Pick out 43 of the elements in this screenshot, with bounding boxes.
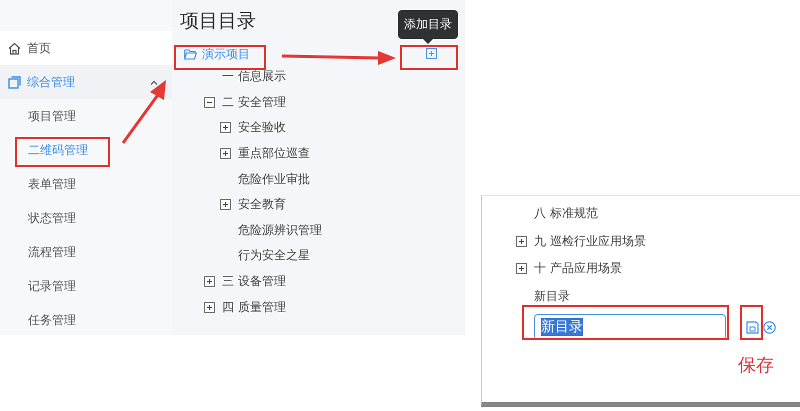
- plus-box-icon[interactable]: [220, 148, 231, 160]
- highlight-box: [400, 45, 458, 70]
- sidebar-subitem[interactable]: 状态管理: [0, 201, 172, 235]
- tree-node-label[interactable]: 二 安全管理: [222, 94, 286, 111]
- plus-box-icon[interactable]: [204, 276, 215, 288]
- add-icon[interactable]: [426, 48, 437, 59]
- arrow: [122, 80, 166, 144]
- sidebar-subitem[interactable]: 记录管理: [0, 269, 172, 303]
- plus-box-icon[interactable]: [220, 122, 231, 134]
- tree-node-label[interactable]: 十 产品应用场景: [534, 260, 622, 278]
- tree-node-label[interactable]: 安全验收: [238, 119, 286, 136]
- sidebar-item[interactable]: 首页: [0, 31, 172, 65]
- plus-box-icon[interactable]: [204, 302, 215, 313]
- folder-icon: [184, 48, 197, 60]
- tree-node-label[interactable]: 行为安全之星: [238, 247, 310, 264]
- tree-node-label[interactable]: 一 信息展示: [222, 68, 286, 86]
- directory-name-input[interactable]: 新目录: [534, 314, 726, 340]
- caret-icon[interactable]: [150, 80, 158, 84]
- plus-box-icon[interactable]: [516, 236, 527, 247]
- tree-node-label[interactable]: 危险作业审批: [238, 170, 310, 188]
- sidebar-subitem[interactable]: 流程管理: [0, 235, 172, 269]
- tree-node-label[interactable]: 三 设备管理: [222, 273, 286, 290]
- tree-node-label[interactable]: 重点部位巡查: [238, 145, 310, 162]
- tree-node-label[interactable]: 安全教育: [238, 196, 286, 214]
- sidebar-subitem[interactable]: 表单管理: [0, 167, 172, 201]
- panel-title: 项目目录: [180, 9, 256, 34]
- tree-node-label[interactable]: 四 质量管理: [222, 298, 286, 316]
- annotation-label: 保存: [738, 354, 774, 377]
- save-icon[interactable]: [746, 320, 759, 334]
- plus-box-icon[interactable]: [516, 263, 527, 274]
- home-icon: [8, 42, 21, 54]
- cancel-icon[interactable]: [763, 320, 776, 334]
- tooltip: 添加目录: [398, 10, 458, 44]
- minus-box-icon[interactable]: [204, 96, 215, 108]
- tree-node-label[interactable]: 九 巡检行业应用场景: [534, 232, 646, 250]
- sidebar-subitem[interactable]: 任务管理: [0, 303, 172, 337]
- tree-node-label[interactable]: 新目录: [534, 288, 570, 306]
- tree-node-label[interactable]: 八 标准规范: [534, 205, 598, 222]
- highlight-box: [740, 305, 763, 340]
- plus-box-icon[interactable]: [220, 199, 231, 210]
- tree-node-label[interactable]: 危险源辨识管理: [238, 222, 322, 239]
- menu-group-icon: [8, 76, 21, 88]
- sidebar-subitem[interactable]: 项目管理: [0, 99, 172, 133]
